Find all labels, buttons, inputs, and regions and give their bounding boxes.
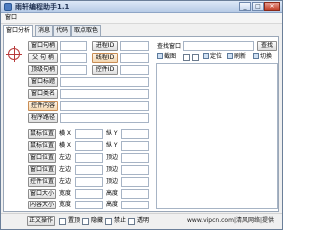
screenshot-tool[interactable]: 截图 xyxy=(157,53,176,61)
topmost-label: 置顶 xyxy=(68,217,81,224)
close-button[interactable]: ✕ xyxy=(264,2,280,11)
tab-pick-point-color[interactable]: 取点取色 xyxy=(71,25,102,36)
control-content-field[interactable] xyxy=(60,101,149,111)
top-handle-button[interactable]: 顶级句柄 xyxy=(28,65,58,75)
height-label: 高度 xyxy=(106,190,119,197)
mouse-position-button[interactable]: 鼠标位置 xyxy=(28,129,56,139)
content-height-field[interactable] xyxy=(121,201,149,209)
window-size-button[interactable]: 窗口大小 xyxy=(28,189,56,199)
height-label-2: 高度 xyxy=(106,201,119,208)
window-position-button[interactable]: 窗口位置 xyxy=(28,153,56,163)
mouse-y-field[interactable] xyxy=(121,129,149,139)
window-title-button[interactable]: 窗口标题 xyxy=(28,77,58,87)
y-label-2: 纵 Y xyxy=(106,142,118,149)
x-label: 横 X xyxy=(59,130,72,137)
checkbox-1[interactable] xyxy=(183,54,190,61)
window-left-field-2[interactable] xyxy=(75,165,103,175)
y-label: 纵 Y xyxy=(106,130,118,137)
mouse-y-field-2[interactable] xyxy=(121,141,149,151)
control-id-field[interactable] xyxy=(120,65,149,75)
width-label: 宽度 xyxy=(59,190,72,197)
window-class-button[interactable]: 窗口类名 xyxy=(28,89,58,99)
control-content-button[interactable]: 控件内容 xyxy=(28,101,58,111)
window-tree-view[interactable] xyxy=(156,63,278,209)
window-width-field[interactable] xyxy=(75,189,103,199)
search-button[interactable]: 查找 xyxy=(257,41,277,51)
app-icon xyxy=(4,3,12,11)
crosshair-icon[interactable] xyxy=(6,46,22,62)
menu-item-window[interactable]: 窗口 xyxy=(5,14,17,22)
transparent-label: 透明 xyxy=(137,217,150,224)
window-title-field[interactable] xyxy=(60,77,149,87)
width-label-2: 宽度 xyxy=(59,201,72,208)
control-id-button[interactable]: 控件ID xyxy=(92,65,118,75)
process-id-button[interactable]: 进程ID xyxy=(92,41,118,51)
top-label-3: 顶边 xyxy=(106,178,119,185)
mouse-position-button-2[interactable]: 鼠标位置 xyxy=(28,141,56,151)
title-bar[interactable]: 雨轩编程助手1.1 _ □ ✕ xyxy=(1,1,282,13)
top-handle-field[interactable] xyxy=(60,65,87,75)
minimize-button[interactable]: _ xyxy=(239,2,251,11)
top-label-2: 顶边 xyxy=(106,166,119,173)
search-window-input[interactable] xyxy=(183,41,254,51)
transparent-checkbox[interactable] xyxy=(128,218,135,225)
window-top-field[interactable] xyxy=(121,153,149,163)
menu-bar: 窗口 xyxy=(1,13,282,24)
window-class-field[interactable] xyxy=(60,89,149,99)
screenshot-icon xyxy=(157,53,163,59)
hide-label: 隐藏 xyxy=(91,217,104,224)
refresh-tool[interactable]: 刷新 xyxy=(227,53,246,61)
search-window-label: 查找窗口 xyxy=(157,43,182,50)
checkbox-2[interactable] xyxy=(192,54,199,61)
parent-handle-field[interactable] xyxy=(60,53,87,63)
tab-message[interactable]: 消息 xyxy=(35,25,54,36)
program-path-field[interactable] xyxy=(60,113,149,123)
switch-icon xyxy=(253,53,259,59)
top-label: 顶边 xyxy=(106,154,119,161)
window-handle-field[interactable] xyxy=(60,41,87,51)
parent-handle-button[interactable]: 父 句 柄 xyxy=(28,53,58,63)
tab-code[interactable]: 代码 xyxy=(53,25,72,36)
window-title: 雨轩编程助手1.1 xyxy=(15,3,70,11)
window-top-field-2[interactable] xyxy=(121,165,149,175)
left-label-2: 左边 xyxy=(59,166,72,173)
thread-id-button[interactable]: 线程ID xyxy=(92,53,118,63)
program-path-button[interactable]: 程序路径 xyxy=(28,113,58,123)
locate-icon xyxy=(203,53,209,59)
disable-checkbox[interactable] xyxy=(105,218,112,225)
x-label-2: 横 X xyxy=(59,142,72,149)
control-left-field[interactable] xyxy=(75,177,103,187)
window-position-button-2[interactable]: 窗口位置 xyxy=(28,165,56,175)
text-operation-button[interactable]: 正文操作 xyxy=(27,216,55,226)
disable-label: 禁止 xyxy=(114,217,127,224)
tab-window-analysis[interactable]: 窗口分析 xyxy=(3,25,34,37)
thread-id-field[interactable] xyxy=(120,53,149,63)
window-height-field[interactable] xyxy=(121,189,149,199)
mouse-x-field-2[interactable] xyxy=(75,141,103,151)
left-label-3: 左边 xyxy=(59,178,72,185)
window-left-field[interactable] xyxy=(75,153,103,163)
control-top-field[interactable] xyxy=(121,177,149,187)
process-id-field[interactable] xyxy=(120,41,149,51)
main-window: 雨轩编程助手1.1 _ □ ✕ 窗口 窗口分析 消息 代码 取点取色 窗口句柄 … xyxy=(0,0,283,230)
content-width-field[interactable] xyxy=(75,201,103,209)
topmost-checkbox[interactable] xyxy=(59,218,66,225)
switch-tool[interactable]: 切换 xyxy=(253,53,272,61)
status-bar: 正文操作 置顶 隐藏 禁止 透明 www.vipcn.com|清风网络|提供 xyxy=(1,213,282,229)
content-size-button[interactable]: 内容大小 xyxy=(28,201,56,209)
watermark-text: www.vipcn.com|清风网络|提供 xyxy=(187,217,274,224)
control-position-button[interactable]: 控件位置 xyxy=(28,177,56,187)
maximize-button[interactable]: □ xyxy=(252,2,264,11)
left-label: 左边 xyxy=(59,154,72,161)
mouse-x-field[interactable] xyxy=(75,129,103,139)
refresh-icon xyxy=(227,53,233,59)
hide-checkbox[interactable] xyxy=(82,218,89,225)
window-handle-button[interactable]: 窗口句柄 xyxy=(28,41,58,51)
locate-tool[interactable]: 定位 xyxy=(203,53,222,61)
